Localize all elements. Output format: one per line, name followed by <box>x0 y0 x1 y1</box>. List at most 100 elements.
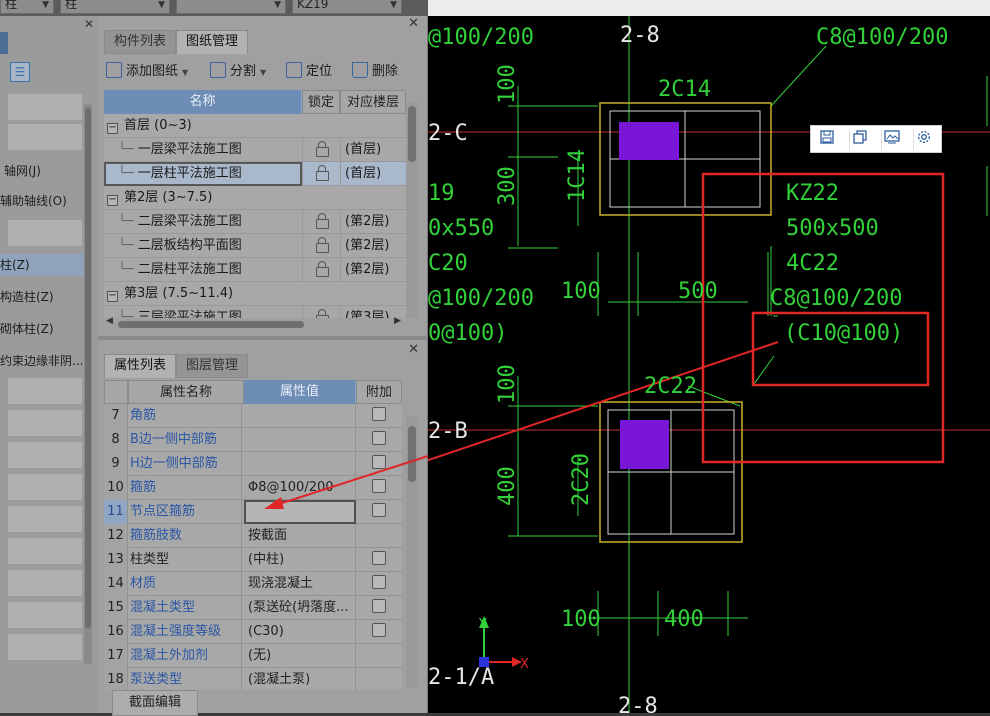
collapse-icon[interactable]: − <box>107 195 118 206</box>
copy-icon[interactable] <box>849 130 869 150</box>
property-extra[interactable] <box>356 476 402 500</box>
tree-item[interactable]: └─ 一层梁平法施工图 (首层) <box>104 138 406 162</box>
delete-button[interactable]: 删除 <box>352 60 398 84</box>
tree-item[interactable]: └─ 二层柱平法施工图 (第2层) <box>104 258 406 282</box>
locate-button[interactable]: 定位 <box>286 60 332 84</box>
scroll-thumb[interactable] <box>408 426 416 482</box>
checkbox[interactable] <box>372 599 386 613</box>
tab-layer-management[interactable]: 图层管理 <box>176 354 248 378</box>
property-row[interactable]: 9 H边一侧中部筋 <box>104 452 402 476</box>
lock-cell[interactable] <box>302 210 340 234</box>
combo-type[interactable]: 柱 ▼ <box>0 0 54 14</box>
header-extra[interactable]: 附加 <box>356 380 402 404</box>
property-extra[interactable] <box>356 404 402 428</box>
tree-vscrollbar[interactable] <box>406 102 418 318</box>
property-row[interactable]: 18 泵送类型 (混凝土泵) <box>104 668 402 690</box>
combo-component[interactable]: KZ19 ▼ <box>292 0 402 14</box>
lock-cell[interactable] <box>302 162 340 186</box>
property-value[interactable]: 按截面 <box>244 524 356 548</box>
scroll-thumb[interactable] <box>408 106 416 162</box>
checkbox[interactable] <box>372 575 386 589</box>
list-view-icon[interactable]: ☰ <box>10 62 30 82</box>
property-row[interactable]: 13 柱类型 (中柱) <box>104 548 402 572</box>
property-value[interactable] <box>244 404 356 428</box>
header-lock[interactable]: 锁定 <box>302 90 340 114</box>
property-value[interactable] <box>244 428 356 452</box>
property-row-selected[interactable]: 11 节点区箍筋 <box>104 500 402 524</box>
combo-subtype[interactable]: 柱 ▼ <box>60 0 170 14</box>
property-extra[interactable] <box>356 620 402 644</box>
property-row[interactable]: 12 箍筋肢数 按截面 <box>104 524 402 548</box>
image-icon[interactable] <box>881 130 901 150</box>
property-value[interactable] <box>244 452 356 476</box>
property-extra[interactable] <box>356 452 402 476</box>
property-value[interactable] <box>244 500 356 524</box>
tree-group[interactable]: − 第2层 (3~7.5) <box>104 186 406 210</box>
tree-hscrollbar[interactable]: ◀ ▶ <box>104 316 404 330</box>
save-icon[interactable] <box>817 130 837 150</box>
lock-cell[interactable] <box>302 138 340 162</box>
nav-item-masonry-column[interactable]: 砌体柱(Z) <box>0 318 84 340</box>
property-extra[interactable] <box>356 572 402 596</box>
header-floor[interactable]: 对应楼层 <box>340 90 406 114</box>
property-extra[interactable] <box>356 596 402 620</box>
property-row[interactable]: 15 混凝土类型 (泵送砼(坍落度... <box>104 596 402 620</box>
property-value[interactable]: Φ8@100/200 <box>244 476 356 500</box>
tree-item[interactable]: └─ 三层梁平法施工图 (第3层) <box>104 306 406 318</box>
scroll-thumb[interactable] <box>85 108 91 628</box>
lock-cell[interactable] <box>302 306 340 318</box>
collapse-icon[interactable]: − <box>107 291 118 302</box>
checkbox[interactable] <box>372 407 386 421</box>
scroll-right-icon[interactable]: ▶ <box>394 316 401 326</box>
combo-category[interactable]: ▼ <box>176 0 286 14</box>
tree-item[interactable]: └─ 二层梁平法施工图 (第2层) <box>104 210 406 234</box>
checkbox[interactable] <box>372 455 386 469</box>
scroll-left-icon[interactable]: ◀ <box>106 316 113 326</box>
property-row[interactable]: 17 混凝土外加剂 (无) <box>104 644 402 668</box>
tab-component-list[interactable]: 构件列表 <box>104 30 176 54</box>
collapse-icon[interactable]: − <box>107 123 118 134</box>
close-icon[interactable]: ✕ <box>408 16 419 31</box>
header-name[interactable]: 名称 <box>104 90 302 114</box>
split-button[interactable]: 分割 ▼ <box>210 60 266 84</box>
nav-item-constructional-column[interactable]: 构造柱(Z) <box>0 286 84 308</box>
tab-drawing-management[interactable]: 图纸管理 <box>176 30 248 54</box>
lock-cell[interactable] <box>302 258 340 282</box>
checkbox[interactable] <box>372 623 386 637</box>
property-row[interactable]: 8 B边一侧中部筋 <box>104 428 402 452</box>
checkbox[interactable] <box>372 431 386 445</box>
gear-icon[interactable] <box>913 130 933 150</box>
close-icon[interactable]: ✕ <box>84 17 94 31</box>
property-value[interactable]: (无) <box>244 644 356 668</box>
property-value[interactable]: (混凝土泵) <box>244 668 356 690</box>
add-drawing-button[interactable]: 添加图纸 ▼ <box>106 60 188 84</box>
property-row[interactable]: 16 混凝土强度等级 (C30) <box>104 620 402 644</box>
checkbox[interactable] <box>372 503 386 517</box>
property-row[interactable]: 14 材质 现浇混凝土 <box>104 572 402 596</box>
close-icon[interactable]: ✕ <box>408 342 419 357</box>
nav-item-column[interactable]: 柱(Z) <box>0 254 84 276</box>
header-property-value[interactable]: 属性值 <box>244 380 356 404</box>
nav-item-aux-axis[interactable]: 辅助轴线(O) <box>0 190 84 212</box>
property-value[interactable]: (泵送砼(坍落度... <box>244 596 356 620</box>
property-value[interactable]: (C30) <box>244 620 356 644</box>
tree-item-selected[interactable]: └─ 一层柱平法施工图 (首层) <box>104 162 406 186</box>
checkbox[interactable] <box>372 551 386 565</box>
header-property-name[interactable]: 属性名称 <box>128 380 244 404</box>
nav-item-axis-grid[interactable]: 轴网(J) <box>4 160 88 182</box>
tree-group[interactable]: − 首层 (0~3) <box>104 114 406 138</box>
property-row[interactable]: 10 箍筋 Φ8@100/200 <box>104 476 402 500</box>
nav-scrollbar[interactable] <box>84 104 92 664</box>
section-edit-button[interactable]: 截面编辑 <box>112 690 198 716</box>
tree-group[interactable]: − 第3层 (7.5~11.4) <box>104 282 406 306</box>
property-value[interactable]: (中柱) <box>244 548 356 572</box>
cad-canvas[interactable]: 2-8 2-C 2-B 2-1/A 2-8 C8@100/200 2C14 1C… <box>428 16 990 713</box>
tab-property-list[interactable]: 属性列表 <box>104 354 176 378</box>
property-value[interactable]: 现浇混凝土 <box>244 572 356 596</box>
tree-item[interactable]: └─ 二层板结构平面图 (第2层) <box>104 234 406 258</box>
scroll-thumb[interactable] <box>118 321 304 328</box>
checkbox[interactable] <box>372 479 386 493</box>
property-row[interactable]: 7 角筋 <box>104 404 402 428</box>
property-extra[interactable] <box>356 548 402 572</box>
lock-cell[interactable] <box>302 234 340 258</box>
